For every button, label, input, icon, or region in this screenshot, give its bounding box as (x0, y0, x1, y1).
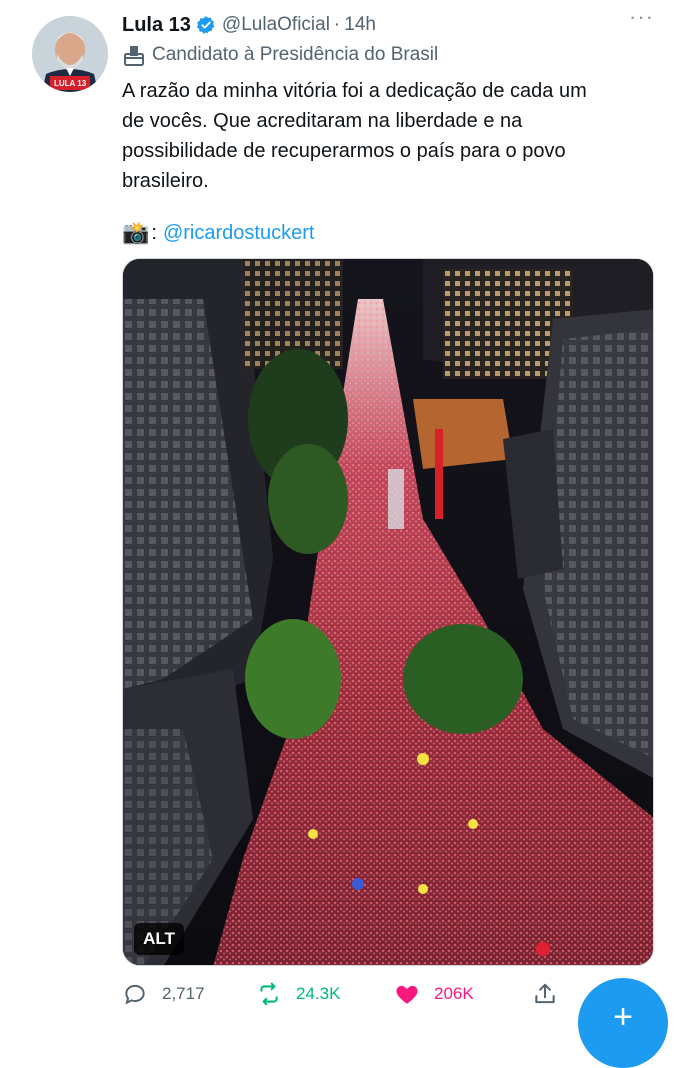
label-text: Candidato à Presidência do Brasil (152, 44, 439, 65)
ballot-box-icon (124, 46, 144, 66)
mention-link[interactable]: @ricardostuckert (163, 222, 314, 245)
tweet-text-line: possibilidade de recuperarmos o país par… (122, 140, 566, 162)
tweet-time[interactable]: 14h (344, 14, 376, 36)
avatar-badge-text: LULA 13 (54, 79, 87, 88)
author-handle[interactable]: @LulaOficial (222, 14, 330, 36)
verified-badge-icon (196, 16, 215, 34)
like-count: 206K (434, 984, 474, 1003)
compose-icon: + (613, 998, 633, 1036)
tweet-text-line: de vocês. Que acreditaram na liberdade e… (122, 110, 523, 132)
tweet-actions: 2,717 24.3K 206K (122, 978, 562, 1010)
tweet[interactable]: LULA 13 Lula 13 @LulaOficial · 14h ··· C… (0, 0, 686, 1068)
author-name[interactable]: Lula 13 (122, 14, 191, 37)
share-icon (535, 983, 555, 1004)
photo-credit: 📸 : @ricardostuckert (122, 220, 314, 246)
tweet-photo[interactable] (122, 258, 654, 966)
avatar[interactable]: LULA 13 (32, 16, 108, 92)
share-button[interactable] (532, 978, 558, 1010)
tweet-text: A razão da minha vitória foi a dedicação… (122, 76, 662, 196)
retweet-icon (260, 982, 278, 1006)
reply-button[interactable]: 2,717 (122, 978, 205, 1010)
retweet-button[interactable]: 24.3K (256, 978, 340, 1010)
credit-colon: : (151, 221, 157, 244)
reply-count: 2,717 (162, 984, 205, 1003)
retweet-count: 24.3K (296, 984, 341, 1003)
tweet-text-line: brasileiro. (122, 170, 209, 192)
account-label: Candidato à Presidência do Brasil (122, 44, 438, 66)
compose-button[interactable]: + (578, 978, 668, 1068)
like-button[interactable]: 206K (394, 978, 474, 1010)
camera-icon: 📸 (122, 220, 150, 245)
separator-dot: · (333, 14, 341, 35)
reply-icon (125, 984, 145, 1005)
tweet-header: Lula 13 @LulaOficial · 14h (122, 10, 666, 40)
alt-badge[interactable]: ALT (134, 923, 184, 955)
tweet-text-line: A razão da minha vitória foi a dedicação… (122, 80, 587, 102)
heart-icon (396, 985, 418, 1004)
more-icon[interactable]: ··· (629, 4, 654, 30)
